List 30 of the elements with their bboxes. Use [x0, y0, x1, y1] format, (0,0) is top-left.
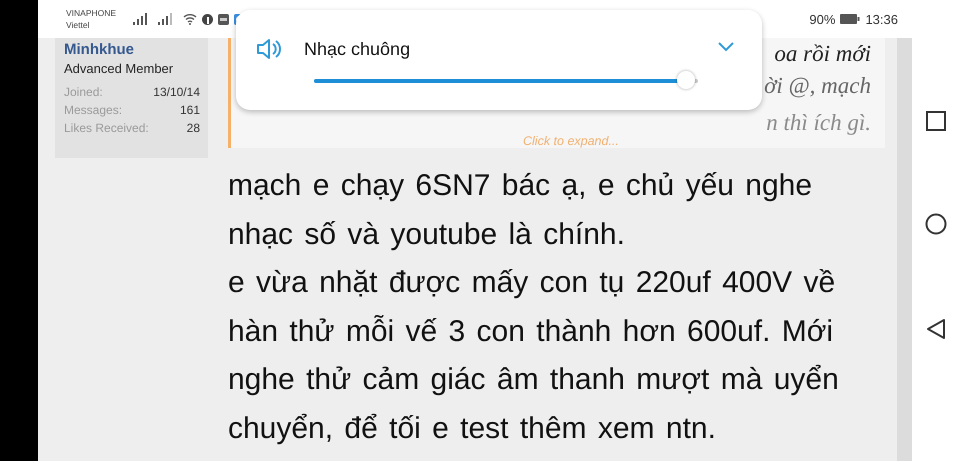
volume-label: Nhạc chuông — [304, 38, 410, 60]
user-title: Advanced Member — [64, 61, 174, 76]
app-icon — [202, 14, 214, 24]
recent-apps-icon[interactable] — [926, 111, 946, 132]
home-icon[interactable] — [925, 213, 947, 236]
stat-label: Likes Received: — [64, 121, 149, 135]
signal-icon — [158, 13, 174, 25]
stat-value: 161 — [180, 103, 200, 117]
quote-text: oa rồi mới — [774, 40, 871, 68]
chevron-icon[interactable] — [716, 40, 736, 54]
post-text: e vừa nhặt được mấy con tụ 220uf 400V về hàn thử mỗi vế 3 con thành hơn 600uf. Mới nghe thử cảm giác âm thanh mượt mà uyển chuyển, để tối e test thêm xem ntn. — [228, 265, 840, 446]
stat-label: Messages: — [64, 103, 122, 117]
stat-value: 28 — [186, 121, 200, 135]
scrollbar[interactable] — [897, 38, 912, 461]
battery-percent: 90% — [809, 12, 836, 26]
carrier-name: Viettel — [66, 19, 90, 31]
speaker-icon — [256, 38, 282, 60]
stat-value: 13/10/14 — [153, 85, 200, 99]
stat-label: Joined: — [64, 85, 103, 99]
carrier-name: VINAPHONE — [66, 7, 116, 19]
quote-text: n thì ích gì. — [766, 112, 871, 134]
post-text: mạch e chạy 6SN7 bác ạ, e chủ yếu nghe nhạc số và youtube là chính. — [228, 168, 814, 252]
wifi-icon — [183, 13, 198, 25]
battery-icon — [840, 14, 860, 24]
quote-text: ời @, mạch — [764, 72, 871, 100]
signal-icon — [133, 13, 150, 25]
username[interactable]: Minhkhue — [64, 41, 200, 58]
back-icon[interactable] — [926, 318, 946, 340]
app-icon — [218, 14, 230, 24]
clock: 13:36 — [865, 12, 898, 26]
